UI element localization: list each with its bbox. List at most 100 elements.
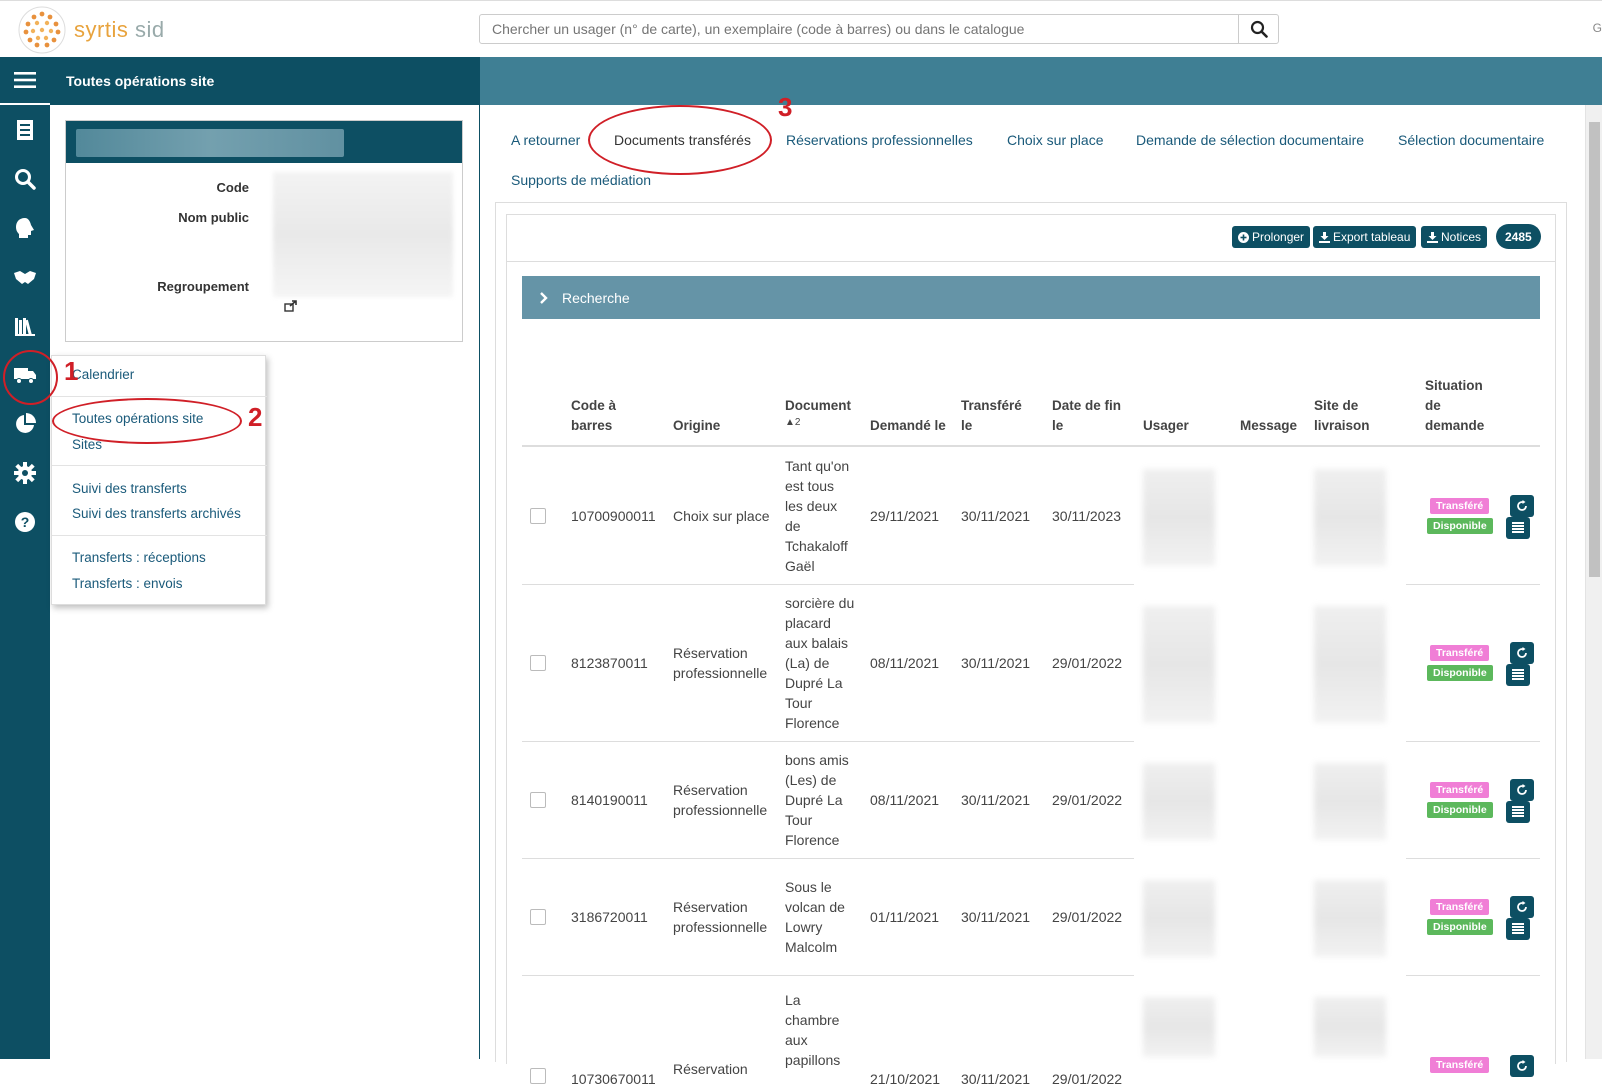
recherche-label: Recherche: [562, 289, 630, 306]
external-link-icon[interactable]: [284, 299, 298, 315]
header-usager[interactable]: Usager: [1143, 416, 1189, 436]
recherche-toggle[interactable]: Recherche: [522, 276, 1540, 319]
annotation-number-2: 2: [248, 402, 263, 432]
cell-date-fin: 29/01/2022: [1052, 654, 1123, 671]
cell-document[interactable]: sorcière du placard aux balais (La) de Dupré…: [785, 593, 854, 733]
refresh-button[interactable]: [1510, 494, 1534, 517]
menu-separator: [52, 465, 267, 466]
table-panel: [506, 214, 1556, 1064]
list-icon: [1512, 669, 1524, 680]
status-badge-transfere: Transféré: [1430, 898, 1490, 915]
cell-usager-blurred: [1143, 606, 1215, 723]
sidebar-item-partners[interactable]: [0, 252, 50, 301]
search-input[interactable]: [480, 15, 1238, 43]
header-demande-le[interactable]: Demandé le: [870, 416, 946, 436]
search-button[interactable]: [1238, 15, 1278, 43]
sidebar-item-statistics[interactable]: [0, 399, 50, 448]
tab-reservations-professionnelles[interactable]: Réservations professionnelles: [786, 132, 973, 148]
cell-document[interactable]: La chambre aux papillons: [785, 990, 840, 1070]
tab-choix-sur-place[interactable]: Choix sur place: [1007, 132, 1104, 148]
cell-transfere-le: 30/11/2021: [961, 908, 1031, 925]
export-tableau-label: Export tableau: [1333, 230, 1411, 244]
refresh-button[interactable]: [1510, 1055, 1534, 1077]
header-message[interactable]: Message: [1240, 416, 1297, 436]
header-site-livraison[interactable]: Site de livraison: [1314, 396, 1370, 436]
sidebar-item-search[interactable]: [0, 154, 50, 203]
cell-document[interactable]: bons amis (Les) de Dupré La Tour Florence: [785, 750, 849, 850]
syrtis-logo[interactable]: syrtis sid: [16, 5, 186, 55]
sidebar-item-settings[interactable]: [0, 448, 50, 497]
label-nom-public: Nom public: [178, 210, 249, 225]
header-transfere-le[interactable]: Transféré le: [961, 396, 1022, 436]
annotation-number-1: 1: [64, 356, 79, 386]
page-scrollbar[interactable]: [1585, 105, 1602, 1059]
cell-document[interactable]: Tant qu'on est tous les deux de Tchakaloff Ga…: [785, 456, 849, 576]
row-checkbox[interactable]: [530, 507, 546, 524]
logo-dots-icon: [18, 6, 66, 54]
prolonger-button[interactable]: Prolonger: [1232, 226, 1311, 248]
header-origine[interactable]: Origine: [673, 416, 720, 436]
notices-label: Notices: [1441, 230, 1482, 244]
tab-a-retourner[interactable]: A retourner: [511, 132, 580, 148]
help-icon: ?: [15, 511, 35, 532]
row-checkbox[interactable]: [530, 791, 546, 808]
cell-site-livraison-blurred: [1314, 880, 1386, 957]
cell-code-barres[interactable]: 8140190011: [571, 790, 648, 810]
status-badge-disponible: Disponible: [1427, 918, 1493, 935]
cell-demande-le: 29/11/2021: [870, 507, 940, 524]
details-button[interactable]: [1506, 917, 1530, 940]
notices-button[interactable]: Notices: [1421, 226, 1488, 248]
details-button[interactable]: [1506, 800, 1530, 823]
global-search: [479, 14, 1279, 44]
cell-demande-le: 01/11/2021: [870, 908, 940, 925]
transfers-dropdown-menu: Calendrier Toutes opérations site Sites …: [51, 355, 267, 605]
header-date-fin[interactable]: Date de fin le: [1052, 396, 1121, 436]
cell-usager-blurred: [1143, 763, 1215, 840]
cell-origine: Choix sur place: [673, 507, 770, 524]
list-icon: [1512, 923, 1524, 934]
cell-site-livraison-blurred: [1314, 763, 1386, 840]
header-situation-demande[interactable]: Situation de demande: [1425, 376, 1484, 436]
cell-code-barres[interactable]: 3186720011: [571, 907, 648, 927]
status-badge-transfere: Transféré: [1430, 1057, 1490, 1073]
export-tableau-button[interactable]: Export tableau: [1313, 226, 1417, 248]
details-button[interactable]: [1506, 663, 1530, 686]
cell-document[interactable]: Sous le volcan de Lowry Malcolm: [785, 877, 845, 957]
menu-item-calendrier[interactable]: Calendrier: [72, 367, 134, 382]
refresh-button[interactable]: [1510, 641, 1534, 664]
header-document[interactable]: Document ▲2: [785, 396, 851, 430]
row-divider: [1406, 975, 1540, 976]
search-icon: [1250, 20, 1268, 38]
menu-item-transferts-envois[interactable]: Transferts : envois: [72, 576, 183, 591]
row-divider: [1406, 741, 1540, 742]
refresh-button[interactable]: [1510, 778, 1534, 801]
menu-item-suivi-transferts-archives[interactable]: Suivi des transferts archivés: [72, 506, 241, 521]
cell-code-barres[interactable]: 10700900011: [571, 506, 656, 526]
cell-date-fin: 29/01/2022: [1052, 1071, 1123, 1087]
sidebar-item-users[interactable]: [0, 203, 50, 252]
cell-code-barres[interactable]: 8123870011: [571, 653, 648, 673]
refresh-button[interactable]: [1510, 895, 1534, 918]
list-icon: [1512, 522, 1524, 533]
sidebar-item-circulation[interactable]: [0, 105, 50, 154]
tab-supports-mediation[interactable]: Supports de médiation: [511, 172, 651, 188]
header-code-barres[interactable]: Code à barres: [571, 396, 616, 436]
row-checkbox[interactable]: [530, 908, 546, 925]
row-checkbox[interactable]: [530, 654, 546, 671]
details-button[interactable]: [1506, 516, 1530, 539]
menu-item-suivi-transferts[interactable]: Suivi des transferts: [72, 481, 187, 496]
sidebar-item-help[interactable]: ?: [0, 497, 50, 546]
menu-item-transferts-receptions[interactable]: Transferts : réceptions: [72, 550, 206, 565]
cell-usager-blurred: [1143, 997, 1215, 1057]
annotation-circle-1: [3, 350, 58, 405]
tab-selection-documentaire[interactable]: Sélection documentaire: [1398, 132, 1544, 148]
cell-date-fin: 30/11/2023: [1052, 507, 1122, 524]
icon-sidebar: ?: [0, 57, 50, 1059]
menu-toggle-button[interactable]: [0, 57, 50, 103]
scrollbar-thumb[interactable]: [1589, 122, 1600, 577]
cell-code-barres[interactable]: 10730670011: [571, 1069, 656, 1089]
svg-text:?: ?: [21, 514, 30, 530]
sidebar-item-catalogue[interactable]: [0, 301, 50, 350]
row-checkbox[interactable]: [530, 1068, 546, 1084]
tab-demande-selection-documentaire[interactable]: Demande de sélection documentaire: [1136, 132, 1364, 148]
